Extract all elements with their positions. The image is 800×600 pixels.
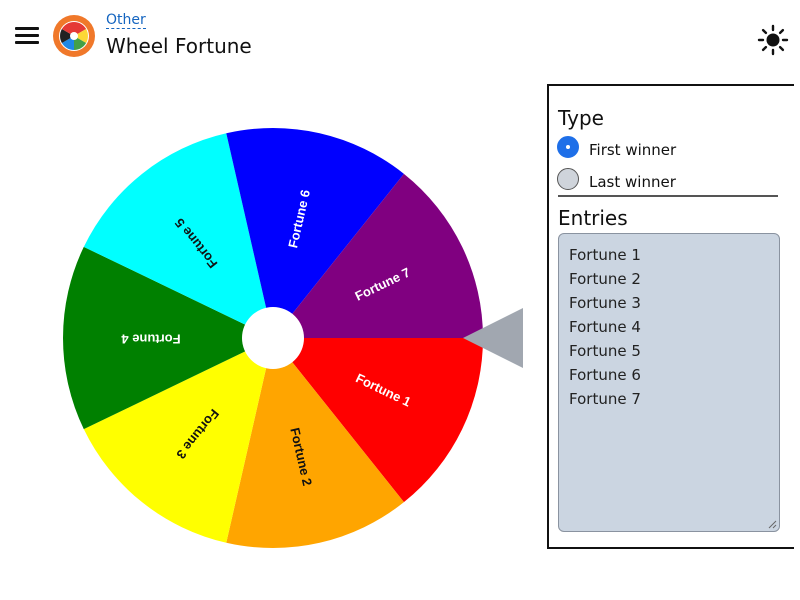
wheel-segment-label: Fortune 4 [121, 332, 181, 347]
wheel-hub[interactable] [242, 307, 304, 369]
app-header: Other Wheel Fortune [0, 0, 800, 76]
entries-title: Entries [558, 206, 628, 230]
type-title: Type [558, 106, 604, 130]
divider [558, 195, 778, 197]
hamburger-menu-icon[interactable] [12, 24, 42, 48]
sun-icon[interactable] [756, 23, 790, 57]
radio-last-winner-label[interactable]: Last winner [589, 172, 676, 192]
entry-line: Fortune 1 [569, 246, 641, 264]
resize-grip-icon[interactable] [768, 520, 777, 529]
wheel-graphic[interactable]: Fortune 1Fortune 2Fortune 3Fortune 4Fort… [40, 109, 524, 569]
entry-line: Fortune 5 [569, 342, 641, 360]
wheel-logo-icon[interactable] [53, 15, 95, 57]
radio-first-winner-control[interactable] [557, 136, 579, 158]
radio-last-winner[interactable]: Last winner [557, 168, 777, 194]
entry-line: Fortune 2 [569, 270, 641, 288]
settings-panel: Type First winner Last winner Entries Fo… [547, 84, 794, 549]
entry-line: Fortune 7 [569, 390, 641, 408]
fortune-wheel[interactable]: Fortune 1 Fortune 2 Fortune 3 Fortune 4 Fort… [40, 109, 524, 569]
entry-line: Fortune 4 [569, 318, 641, 336]
entry-line: Fortune 6 [569, 366, 641, 384]
entry-line: Fortune 3 [569, 294, 641, 312]
page-title: Wheel Fortune [106, 34, 252, 58]
radio-first-winner[interactable]: First winner [557, 136, 777, 162]
entries-textarea[interactable]: Fortune 1 Fortune 2 Fortune 3 Fortune 4 … [558, 233, 780, 532]
category-link[interactable]: Other [106, 12, 146, 29]
radio-first-winner-label[interactable]: First winner [589, 140, 676, 160]
radio-last-winner-control[interactable] [557, 168, 579, 190]
